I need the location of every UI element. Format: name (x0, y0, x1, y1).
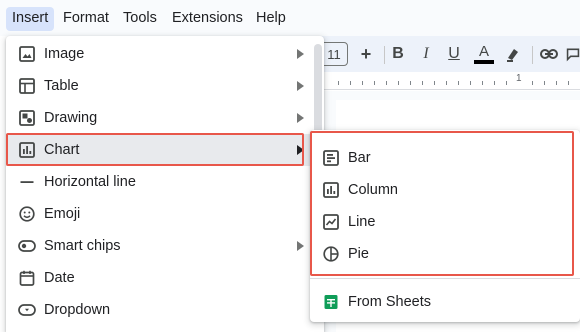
ruler-tick (338, 81, 339, 85)
submenu-arrow-icon (297, 49, 304, 59)
ruler-tick (494, 81, 495, 85)
drawing-icon (18, 109, 36, 127)
submenu-arrow-icon (297, 145, 304, 155)
ruler-tick (556, 81, 557, 85)
ruler-tick (434, 81, 435, 85)
menu-item-date[interactable]: Date (6, 262, 324, 294)
ruler-tick (374, 81, 375, 85)
submenu-arrow-icon (297, 81, 304, 91)
menu-item-image[interactable]: Image (6, 38, 324, 70)
toolbar-separator (532, 46, 533, 64)
insert-menu: Image Table Drawing Chart Horizontal lin… (6, 36, 324, 332)
text-color-bar (474, 60, 494, 64)
ruler-tick (362, 81, 363, 85)
pie-chart-icon (322, 245, 340, 263)
ruler-number: 1 (516, 73, 522, 84)
menu-item-emoji[interactable]: Emoji (6, 198, 324, 230)
smart-chips-icon (18, 237, 36, 255)
ruler-tick (422, 81, 423, 85)
toolbar-separator (384, 46, 385, 64)
menu-item-chart[interactable]: Chart (6, 134, 324, 166)
submenu-item-from-sheets[interactable]: From Sheets (310, 286, 580, 318)
horizontal-line-icon (18, 173, 36, 191)
ruler-tick (350, 81, 351, 85)
image-icon (18, 45, 36, 63)
ruler-tick (398, 81, 399, 85)
menu-item-label: Drawing (44, 110, 98, 126)
ruler-tick (532, 81, 533, 85)
chart-icon (18, 141, 36, 159)
highlight-icon[interactable] (502, 42, 524, 66)
menu-item-label: Date (44, 270, 75, 286)
date-icon (18, 269, 36, 287)
menu-item-drawing[interactable]: Drawing (6, 102, 324, 134)
italic-icon[interactable]: I (416, 42, 436, 66)
table-icon (18, 77, 36, 95)
submenu-item-label: Column (348, 182, 398, 198)
submenu-item-label: Bar (348, 150, 371, 166)
ruler-tick (544, 81, 545, 85)
menu-item-label: Table (44, 78, 79, 94)
toolbar: 11 + B I U A (300, 36, 580, 72)
line-chart-icon (322, 213, 340, 231)
submenu-item-pie[interactable]: Pie (310, 238, 580, 270)
increase-font-size-button[interactable]: + (356, 42, 376, 66)
comment-icon[interactable] (566, 42, 580, 66)
submenu-item-line[interactable]: Line (310, 206, 580, 238)
menu-item-smart-chips[interactable]: Smart chips (6, 230, 324, 262)
menu-item-horizontal-line[interactable]: Horizontal line (6, 166, 324, 198)
text-color-letter: A (478, 43, 489, 60)
menu-item-label: Emoji (44, 206, 81, 222)
menu-item-label: Smart chips (44, 238, 121, 254)
ruler-tick (482, 81, 483, 85)
ruler-tick (458, 81, 459, 85)
submenu-item-label: Pie (348, 246, 369, 262)
menu-item-label: Horizontal line (44, 174, 136, 190)
ruler-tick (410, 81, 411, 85)
menu-item-table[interactable]: Table (6, 70, 324, 102)
ruler-tick (386, 81, 387, 85)
dropdown-icon (18, 301, 36, 319)
submenu-divider (310, 278, 580, 279)
column-chart-icon (322, 181, 340, 199)
menu-item-label: Image (44, 46, 85, 62)
font-size-input[interactable]: 11 (320, 42, 348, 66)
text-color-icon[interactable]: A (472, 42, 496, 66)
ruler-tick (568, 81, 569, 85)
submenu-item-label: From Sheets (348, 294, 431, 310)
menu-tools[interactable]: Tools (117, 7, 163, 31)
submenu-arrow-icon (297, 241, 304, 251)
bar-chart-icon (322, 149, 340, 167)
link-icon[interactable] (538, 42, 560, 66)
menu-item-label: Dropdown (44, 302, 111, 318)
sheets-icon (322, 293, 340, 311)
menu-help[interactable]: Help (250, 7, 292, 31)
submenu-arrow-icon (297, 113, 304, 123)
emoji-icon (18, 205, 36, 223)
ruler-tick (506, 81, 507, 85)
chart-submenu: Bar Column Line Pie From Sheets (310, 130, 580, 322)
submenu-item-label: Line (348, 214, 376, 230)
menu-extensions[interactable]: Extensions (166, 7, 249, 31)
menu-item-label: Chart (44, 142, 80, 158)
menu-insert[interactable]: Insert (6, 7, 55, 31)
ruler-tick (446, 81, 447, 85)
ruler: 1 (300, 72, 580, 90)
menu-item-dropdown[interactable]: Dropdown (6, 294, 324, 326)
submenu-item-bar[interactable]: Bar (310, 142, 580, 174)
underline-icon[interactable]: U (444, 42, 464, 66)
menu-format[interactable]: Format (57, 7, 115, 31)
menu-bar: Insert Format Tools Extensions Help (0, 0, 580, 36)
submenu-item-column[interactable]: Column (310, 174, 580, 206)
ruler-tick (470, 81, 471, 85)
bold-icon[interactable]: B (388, 42, 408, 66)
